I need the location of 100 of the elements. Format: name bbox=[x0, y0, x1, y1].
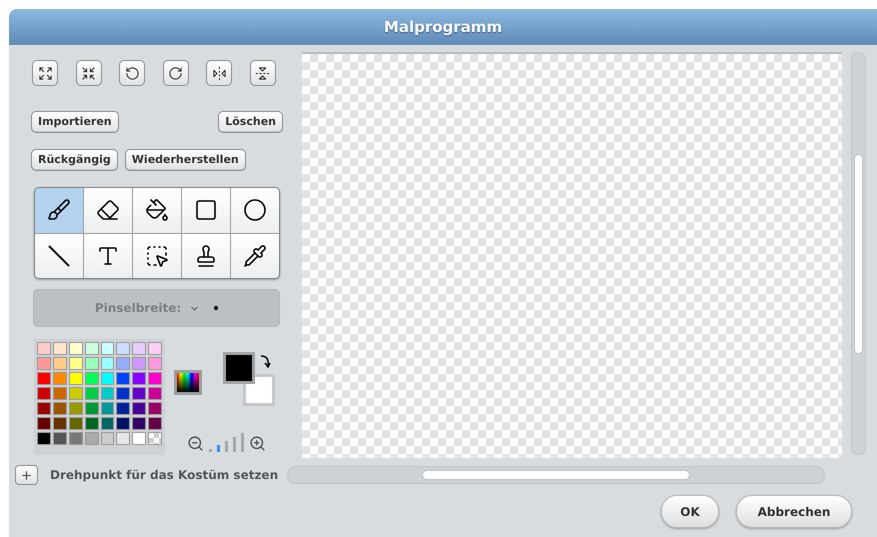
color-swatch[interactable] bbox=[132, 417, 146, 430]
history-button[interactable]: Wiederherstellen bbox=[124, 149, 246, 171]
color-swatch[interactable] bbox=[148, 357, 162, 370]
color-swatch[interactable] bbox=[100, 417, 114, 430]
flip-vertical-icon bbox=[255, 66, 270, 80]
color-swatch[interactable] bbox=[132, 432, 146, 445]
color-swatch[interactable] bbox=[132, 402, 146, 415]
color-swatch[interactable] bbox=[84, 372, 98, 385]
color-swatch[interactable] bbox=[84, 402, 98, 415]
color-swatch[interactable] bbox=[52, 357, 67, 370]
tool-button[interactable] bbox=[133, 188, 181, 232]
foreground-color-swatch[interactable] bbox=[223, 352, 255, 384]
color-swatch[interactable] bbox=[52, 387, 67, 400]
color-swatch[interactable] bbox=[116, 432, 130, 445]
color-swatch[interactable] bbox=[68, 387, 83, 400]
brush-width-label: Pinselbreite: bbox=[94, 300, 182, 317]
color-swatch[interactable] bbox=[116, 342, 130, 355]
rotate-right-icon bbox=[168, 66, 184, 80]
color-swatch[interactable] bbox=[116, 402, 130, 415]
color-swatch[interactable] bbox=[52, 372, 67, 385]
color-swatch[interactable] bbox=[148, 387, 162, 400]
tool-button[interactable] bbox=[35, 188, 83, 232]
selection-icon bbox=[145, 244, 169, 268]
color-swatch[interactable] bbox=[100, 372, 114, 385]
circle-icon bbox=[243, 198, 267, 222]
color-swatch[interactable] bbox=[37, 387, 51, 400]
color-swatch[interactable] bbox=[148, 372, 162, 385]
transform-button[interactable] bbox=[206, 60, 232, 86]
color-swatch[interactable] bbox=[84, 387, 98, 400]
tool-button[interactable] bbox=[231, 188, 279, 232]
color-swatch[interactable] bbox=[68, 342, 83, 355]
color-swatch[interactable] bbox=[52, 432, 67, 445]
color-swatch[interactable] bbox=[68, 372, 83, 385]
color-swatch[interactable] bbox=[132, 387, 146, 400]
flip-horizontal-icon bbox=[212, 66, 227, 80]
eyedropper-icon bbox=[243, 244, 267, 268]
dialog-button[interactable]: Abbrechen bbox=[736, 495, 852, 528]
stamp-icon bbox=[194, 244, 218, 268]
color-swatch[interactable] bbox=[132, 342, 146, 355]
color-swatch[interactable] bbox=[116, 387, 130, 400]
color-swatch[interactable] bbox=[100, 357, 114, 370]
rotation-center-label: Drehpunkt für das Kostüm setzen bbox=[50, 467, 278, 484]
color-spectrum-button[interactable] bbox=[174, 370, 202, 395]
transform-button[interactable] bbox=[119, 60, 146, 86]
zoom-out-icon[interactable] bbox=[187, 435, 204, 452]
transform-button[interactable] bbox=[32, 60, 58, 86]
color-swatch[interactable] bbox=[37, 372, 51, 385]
horizontal-scrollbar[interactable] bbox=[287, 466, 826, 484]
color-swatch[interactable] bbox=[37, 402, 51, 415]
swap-arrow-icon[interactable] bbox=[259, 354, 271, 368]
color-swatch[interactable] bbox=[68, 402, 83, 415]
transform-button[interactable] bbox=[162, 60, 189, 86]
color-swatch[interactable] bbox=[52, 402, 67, 415]
color-swatch[interactable] bbox=[132, 357, 146, 370]
color-swatch[interactable] bbox=[148, 342, 162, 355]
color-swatch[interactable] bbox=[148, 402, 162, 415]
color-swatch[interactable] bbox=[84, 357, 98, 370]
color-swatch[interactable] bbox=[52, 342, 67, 355]
zoom-in-icon[interactable] bbox=[249, 435, 266, 452]
color-swatch[interactable] bbox=[100, 342, 114, 355]
color-swatch[interactable] bbox=[148, 417, 162, 430]
color-swatch[interactable] bbox=[37, 417, 51, 430]
history-button[interactable]: Rückgängig bbox=[31, 149, 118, 171]
tool-button[interactable] bbox=[182, 234, 230, 278]
color-swatch[interactable] bbox=[100, 402, 114, 415]
tool-button[interactable] bbox=[84, 188, 132, 232]
tool-button[interactable] bbox=[182, 188, 230, 232]
tool-button[interactable] bbox=[231, 234, 279, 278]
color-swatch[interactable] bbox=[132, 372, 146, 385]
color-swatch[interactable] bbox=[100, 387, 114, 400]
color-swatch[interactable] bbox=[37, 357, 51, 370]
color-swatch[interactable] bbox=[68, 432, 83, 445]
add-button[interactable] bbox=[15, 465, 38, 485]
color-swatch[interactable] bbox=[68, 357, 83, 370]
eraser-icon bbox=[96, 198, 120, 222]
color-swatch[interactable] bbox=[37, 432, 51, 445]
scrollbar-thumb[interactable] bbox=[854, 154, 863, 354]
color-swatch[interactable] bbox=[68, 417, 83, 430]
transform-button[interactable] bbox=[76, 60, 102, 86]
tool-button[interactable] bbox=[133, 234, 181, 278]
vertical-scrollbar[interactable] bbox=[851, 52, 866, 455]
scrollbar-thumb[interactable] bbox=[422, 470, 690, 480]
rotate-left-icon bbox=[124, 66, 140, 80]
transform-button[interactable] bbox=[250, 60, 276, 86]
color-swatch[interactable] bbox=[84, 432, 98, 445]
color-swatch[interactable] bbox=[84, 417, 98, 430]
color-swatch[interactable] bbox=[116, 417, 130, 430]
file-button[interactable]: Löschen bbox=[218, 111, 283, 133]
color-swatch[interactable] bbox=[100, 432, 114, 445]
color-swatch[interactable] bbox=[52, 417, 67, 430]
dialog-button[interactable]: OK bbox=[661, 495, 719, 528]
color-swatch[interactable] bbox=[116, 357, 130, 370]
color-swatch[interactable] bbox=[37, 342, 51, 355]
transparent-swatch[interactable] bbox=[148, 432, 162, 445]
color-swatch[interactable] bbox=[84, 342, 98, 355]
file-button[interactable]: Importieren bbox=[31, 111, 119, 133]
tool-button[interactable] bbox=[35, 234, 83, 278]
paint-bucket-icon bbox=[145, 198, 169, 222]
tool-button[interactable] bbox=[84, 234, 132, 278]
color-swatch[interactable] bbox=[116, 372, 130, 385]
